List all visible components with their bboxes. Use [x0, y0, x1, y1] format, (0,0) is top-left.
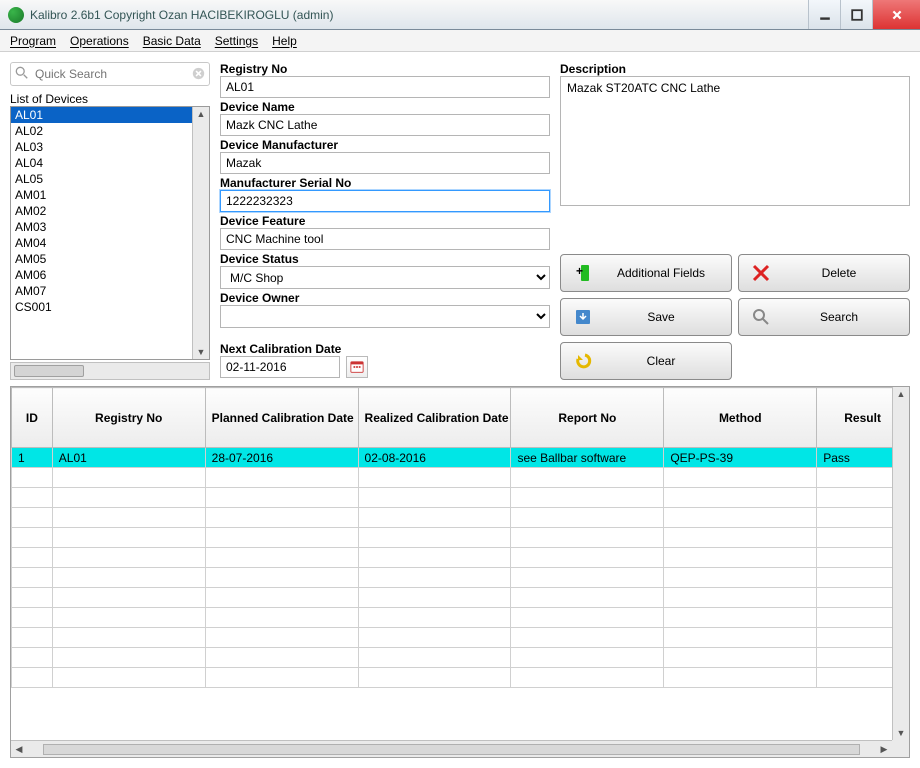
close-button[interactable]: [872, 0, 920, 29]
grid-vscroll[interactable]: ▲▼: [892, 387, 909, 740]
device-list-label: List of Devices: [10, 92, 210, 106]
search-icon: [15, 66, 29, 83]
device-list-scrollbar[interactable]: ▲▼: [192, 107, 209, 359]
table-row[interactable]: 1AL0128-07-201602-08-2016see Ballbar sof…: [12, 448, 909, 468]
list-item[interactable]: AL05: [11, 171, 209, 187]
menu-program[interactable]: Program: [10, 34, 56, 48]
delete-button[interactable]: Delete: [738, 254, 910, 292]
col-report[interactable]: Report No: [511, 388, 664, 448]
additional-fields-button[interactable]: +Additional Fields: [560, 254, 732, 292]
titlebar: Kalibro 2.6b1 Copyright Ozan HACIBEKIROG…: [0, 0, 920, 30]
calibration-grid[interactable]: ID Registry No Planned Calibration Date …: [10, 386, 910, 758]
device-name-input[interactable]: [220, 114, 550, 136]
table-row[interactable]: [12, 548, 909, 568]
calendar-button[interactable]: [346, 356, 368, 378]
maximize-button[interactable]: [840, 0, 872, 29]
device-list-slider[interactable]: [10, 362, 210, 380]
next-cal-input[interactable]: [220, 356, 340, 378]
clear-search-icon[interactable]: [192, 67, 205, 83]
list-item[interactable]: AM01: [11, 187, 209, 203]
list-item[interactable]: AL03: [11, 139, 209, 155]
svg-text:+: +: [576, 264, 583, 278]
table-row[interactable]: [12, 508, 909, 528]
device-name-label: Device Name: [220, 100, 295, 114]
list-item[interactable]: AM07: [11, 283, 209, 299]
menu-basic-data[interactable]: Basic Data: [143, 34, 201, 48]
table-row[interactable]: [12, 648, 909, 668]
description-textarea[interactable]: Mazak ST20ATC CNC Lathe: [560, 76, 910, 206]
list-item[interactable]: AM02: [11, 203, 209, 219]
table-row[interactable]: [12, 468, 909, 488]
table-row[interactable]: [12, 668, 909, 688]
menu-bar: Program Operations Basic Data Settings H…: [0, 30, 920, 52]
next-cal-label: Next Calibration Date: [220, 342, 341, 356]
serial-input[interactable]: [220, 190, 550, 212]
col-realized[interactable]: Realized Calibration Date: [358, 388, 511, 448]
feature-label: Device Feature: [220, 214, 305, 228]
table-row[interactable]: [12, 608, 909, 628]
status-select[interactable]: M/C Shop: [220, 266, 550, 289]
minimize-button[interactable]: [808, 0, 840, 29]
list-item[interactable]: AL01: [11, 107, 209, 123]
col-planned[interactable]: Planned Calibration Date: [205, 388, 358, 448]
table-row[interactable]: [12, 528, 909, 548]
manufacturer-label: Device Manufacturer: [220, 138, 338, 152]
search-input[interactable]: [10, 62, 210, 86]
plus-icon: +: [571, 261, 595, 285]
delete-icon: [749, 261, 773, 285]
owner-select[interactable]: [220, 305, 550, 328]
list-item[interactable]: AM03: [11, 219, 209, 235]
list-item[interactable]: CS001: [11, 299, 209, 315]
feature-input[interactable]: [220, 228, 550, 250]
grid-hscroll[interactable]: ◀▶: [11, 740, 892, 757]
table-row[interactable]: [12, 628, 909, 648]
menu-help[interactable]: Help: [272, 34, 297, 48]
col-registry[interactable]: Registry No: [52, 388, 205, 448]
status-label: Device Status: [220, 252, 299, 266]
col-id[interactable]: ID: [12, 388, 53, 448]
search-button[interactable]: Search: [738, 298, 910, 336]
list-item[interactable]: AL04: [11, 155, 209, 171]
magnifier-icon: [749, 305, 773, 329]
list-item[interactable]: AM05: [11, 251, 209, 267]
table-row[interactable]: [12, 488, 909, 508]
app-icon: [8, 7, 24, 23]
list-item[interactable]: AL02: [11, 123, 209, 139]
owner-label: Device Owner: [220, 291, 299, 305]
clear-button[interactable]: Clear: [560, 342, 732, 380]
registry-no-label: Registry No: [220, 62, 287, 76]
save-icon: [571, 305, 595, 329]
save-button[interactable]: Save: [560, 298, 732, 336]
list-item[interactable]: AM04: [11, 235, 209, 251]
registry-no-input[interactable]: [220, 76, 550, 98]
menu-settings[interactable]: Settings: [215, 34, 258, 48]
undo-icon: [571, 349, 595, 373]
col-method[interactable]: Method: [664, 388, 817, 448]
description-label: Description: [560, 62, 910, 76]
table-row[interactable]: [12, 588, 909, 608]
device-list[interactable]: AL01AL02AL03AL04AL05AM01AM02AM03AM04AM05…: [10, 106, 210, 360]
menu-operations[interactable]: Operations: [70, 34, 129, 48]
window-title: Kalibro 2.6b1 Copyright Ozan HACIBEKIROG…: [30, 8, 333, 22]
table-row[interactable]: [12, 568, 909, 588]
manufacturer-input[interactable]: [220, 152, 550, 174]
serial-label: Manufacturer Serial No: [220, 176, 351, 190]
list-item[interactable]: AM06: [11, 267, 209, 283]
